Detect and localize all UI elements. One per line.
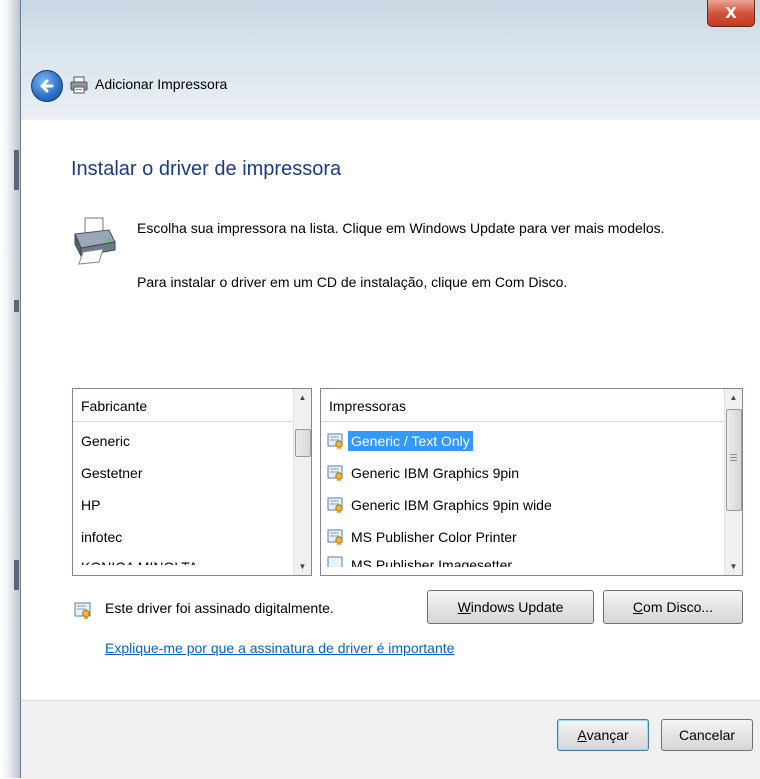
scroll-up-icon[interactable]: ▲ bbox=[294, 389, 311, 406]
list-item[interactable]: HP bbox=[73, 489, 294, 521]
button-label: indows Update bbox=[470, 599, 564, 615]
list-item[interactable]: Generic IBM Graphics 9pin wide bbox=[321, 489, 725, 521]
signature-status: Este driver foi assinado digitalmente. bbox=[105, 600, 334, 616]
manufacturer-listbox[interactable]: Fabricante Generic Gestetner HP infotec … bbox=[72, 388, 312, 576]
list-item[interactable]: MS Publisher Color Printer bbox=[321, 521, 725, 553]
windows-update-button[interactable]: Windows Update bbox=[427, 590, 594, 624]
dialog-footer: Avançar Cancelar bbox=[21, 700, 760, 779]
list-item[interactable]: MS Publisher Imagesetter bbox=[321, 553, 725, 567]
scroll-thumb[interactable] bbox=[295, 429, 311, 457]
add-printer-dialog: X Adicionar Impressora Instalar o driver… bbox=[20, 0, 760, 779]
title-bar: X Adicionar Impressora bbox=[21, 0, 760, 120]
list-item[interactable]: Generic / Text Only bbox=[321, 425, 725, 457]
manufacturer-column-header: Fabricante bbox=[73, 389, 294, 422]
manufacturer-items: Generic Gestetner HP infotec KONICA MINO… bbox=[73, 425, 294, 565]
signed-driver-icon bbox=[327, 433, 343, 450]
signed-driver-icon bbox=[327, 529, 343, 546]
printer-name: Generic IBM Graphics 9pin bbox=[351, 465, 520, 481]
window-title: Adicionar Impressora bbox=[95, 76, 228, 92]
signed-driver-icon bbox=[327, 556, 343, 567]
back-arrow-icon bbox=[40, 79, 54, 93]
scroll-down-icon[interactable]: ▼ bbox=[725, 558, 742, 575]
signed-driver-icon bbox=[74, 602, 91, 620]
description-choose-printer: Escolha sua impressora na lista. Clique … bbox=[137, 220, 665, 236]
accelerator-key: W bbox=[457, 599, 471, 615]
scroll-down-icon[interactable]: ▼ bbox=[294, 558, 311, 575]
back-button[interactable] bbox=[31, 70, 63, 102]
have-disk-button[interactable]: Com Disco... bbox=[603, 590, 743, 624]
signed-driver-icon bbox=[327, 497, 343, 514]
page-title: Instalar o driver de impressora bbox=[71, 158, 342, 180]
close-button[interactable]: X bbox=[707, 0, 755, 27]
printer-icon bbox=[74, 217, 116, 265]
printers-scrollbar[interactable]: ▲ ▼ bbox=[724, 389, 742, 575]
desktop-background-strip bbox=[0, 0, 20, 778]
list-item[interactable]: Generic IBM Graphics 9pin bbox=[321, 457, 725, 489]
printer-items: Generic / Text Only Generic IBM Graphics… bbox=[321, 425, 725, 567]
close-label: X bbox=[725, 4, 737, 22]
list-item[interactable]: Generic bbox=[73, 425, 294, 457]
accelerator-key: A bbox=[577, 727, 587, 743]
printer-name: MS Publisher Color Printer bbox=[351, 529, 517, 545]
printer-name: Generic / Text Only bbox=[348, 431, 473, 451]
signed-driver-icon bbox=[327, 465, 343, 482]
cancel-button[interactable]: Cancelar bbox=[661, 719, 753, 751]
scroll-thumb[interactable] bbox=[726, 409, 742, 511]
printers-column-header: Impressoras bbox=[321, 389, 725, 422]
printer-name: Generic IBM Graphics 9pin wide bbox=[351, 497, 552, 513]
content-panel: Instalar o driver de impressora Escolha … bbox=[21, 120, 760, 700]
list-item[interactable]: Gestetner bbox=[73, 457, 294, 489]
next-button[interactable]: Avançar bbox=[557, 719, 649, 751]
button-label: vançar bbox=[586, 727, 629, 743]
printer-name: MS Publisher Imagesetter bbox=[351, 557, 513, 567]
button-label: om Disco... bbox=[643, 599, 714, 615]
signature-info-link[interactable]: Explique-me por que a assinatura de driv… bbox=[105, 640, 454, 656]
list-item[interactable]: KONICA MINOLTA bbox=[73, 553, 294, 565]
printer-icon bbox=[70, 76, 88, 94]
scroll-up-icon[interactable]: ▲ bbox=[725, 389, 742, 406]
list-item[interactable]: infotec bbox=[73, 521, 294, 553]
printers-listbox[interactable]: Impressoras Generic / Text Only Generic … bbox=[320, 388, 743, 576]
accelerator-key: C bbox=[632, 599, 644, 615]
manufacturer-scrollbar[interactable]: ▲ ▼ bbox=[293, 389, 311, 575]
button-label: Cancelar bbox=[678, 727, 736, 743]
description-install-cd: Para instalar o driver em um CD de insta… bbox=[137, 274, 568, 290]
